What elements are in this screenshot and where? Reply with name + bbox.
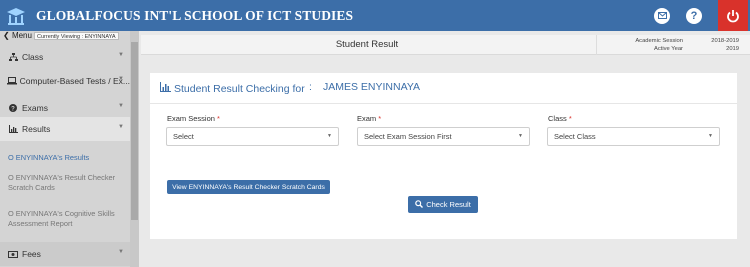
bar-chart-icon: [160, 82, 171, 95]
select-value: Select Class: [554, 132, 596, 141]
active-year-value: 2019: [726, 46, 739, 52]
check-result-button[interactable]: Check Result: [408, 196, 478, 213]
sidebar-item-label: Exams: [22, 103, 48, 113]
chevron-down-icon: ▼: [327, 133, 332, 139]
sidebar-item-label: Class: [22, 52, 44, 62]
sitemap-icon: [6, 53, 20, 61]
graduation-cap-icon: [5, 5, 27, 27]
chevron-down-icon: ▼: [518, 133, 523, 139]
money-icon: [6, 250, 20, 258]
required-marker: *: [378, 114, 382, 123]
select-value: Select Exam Session First: [364, 132, 452, 141]
power-icon[interactable]: [718, 0, 748, 31]
menu-toggle[interactable]: ❮ Menu Currently Viewing : ENYINNAYA: [0, 31, 130, 41]
svg-text:?: ?: [11, 106, 15, 112]
help-glyph: ?: [690, 9, 698, 22]
question-circle-icon: ?: [6, 104, 20, 112]
sidebar-sublink-cognitive-report[interactable]: O ENYINNAYA's Cognitive Skills Assessmen…: [8, 209, 128, 229]
title-separator: :: [309, 81, 312, 93]
session-info: Academic Session 2018-2019 Active Year 2…: [596, 35, 746, 55]
laptop-icon: [6, 77, 18, 85]
sidebar-scroll-thumb[interactable]: [131, 42, 138, 220]
menu-text: Menu: [11, 31, 32, 40]
sidebar-sublink-results[interactable]: O ENYINNAYA's Results: [8, 153, 128, 163]
chevron-down-icon: ▼: [118, 103, 124, 109]
sidebar-item-label: Computer-Based Tests / Ex...: [19, 76, 130, 86]
academic-session-label: Academic Session: [635, 38, 683, 44]
sidebar-item-cbt[interactable]: Computer-Based Tests / Ex... ▼: [0, 69, 130, 93]
view-scratch-cards-button[interactable]: View ENYINNAYA's Result Checker Scratch …: [167, 180, 330, 194]
sidebar-item-label: Fees: [22, 249, 41, 259]
exam-session-label: Exam Session *: [167, 114, 220, 123]
field-label-text: Exam Session: [167, 114, 215, 123]
chevron-down-icon: ▼: [118, 249, 124, 255]
top-bar: GLOBALFOCUS INT'L SCHOOL OF ICT STUDIES …: [0, 0, 750, 31]
result-card: [150, 73, 737, 239]
currently-viewing-badge: Currently Viewing : ENYINNAYA: [34, 32, 119, 40]
search-icon: [415, 199, 424, 210]
sidebar-item-results[interactable]: Results ▼: [0, 117, 130, 141]
mail-icon[interactable]: [654, 7, 670, 24]
active-year-label: Active Year: [653, 46, 683, 52]
sidebar-item-label: Results: [22, 124, 51, 134]
chevron-down-icon: ▼: [708, 133, 713, 139]
sidebar-sublink-scratch-cards[interactable]: O ENYINNAYA's Result Checker Scratch Car…: [8, 173, 128, 193]
class-select[interactable]: Select Class ▼: [547, 127, 720, 146]
required-marker: *: [568, 114, 572, 123]
help-icon[interactable]: ?: [686, 7, 702, 24]
divider: [150, 103, 737, 104]
field-label-text: Class: [548, 114, 567, 123]
exam-label: Exam *: [357, 114, 381, 123]
chevron-down-icon: ▼: [118, 52, 124, 58]
chevron-down-icon: ▼: [118, 76, 124, 82]
select-value: Select: [173, 132, 194, 141]
card-title: Student Result Checking for: [160, 82, 305, 95]
page-title: Student Result: [335, 39, 399, 50]
school-name: GLOBALFOCUS INT'L SCHOOL OF ICT STUDIES: [36, 7, 354, 23]
student-name: JAMES ENYINNAYA: [323, 81, 421, 93]
button-label: View ENYINNAYA's Result Checker Scratch …: [172, 183, 325, 191]
required-marker: *: [217, 114, 220, 123]
sidebar-item-fees[interactable]: Fees ▼: [0, 242, 130, 266]
exam-session-select[interactable]: Select ▼: [166, 127, 339, 146]
card-title-text: Student Result Checking for: [174, 82, 305, 95]
sidebar-item-class[interactable]: Class ▼: [0, 45, 130, 69]
exam-select[interactable]: Select Exam Session First ▼: [357, 127, 530, 146]
menu-label: ❮ Menu: [3, 31, 32, 40]
button-label: Check Result: [426, 200, 471, 209]
bar-chart-icon: [6, 125, 20, 133]
chevron-down-icon: ▼: [118, 124, 124, 130]
class-label: Class *: [548, 114, 572, 123]
academic-session-value: 2018-2019: [711, 38, 739, 44]
field-label-text: Exam: [357, 114, 377, 123]
